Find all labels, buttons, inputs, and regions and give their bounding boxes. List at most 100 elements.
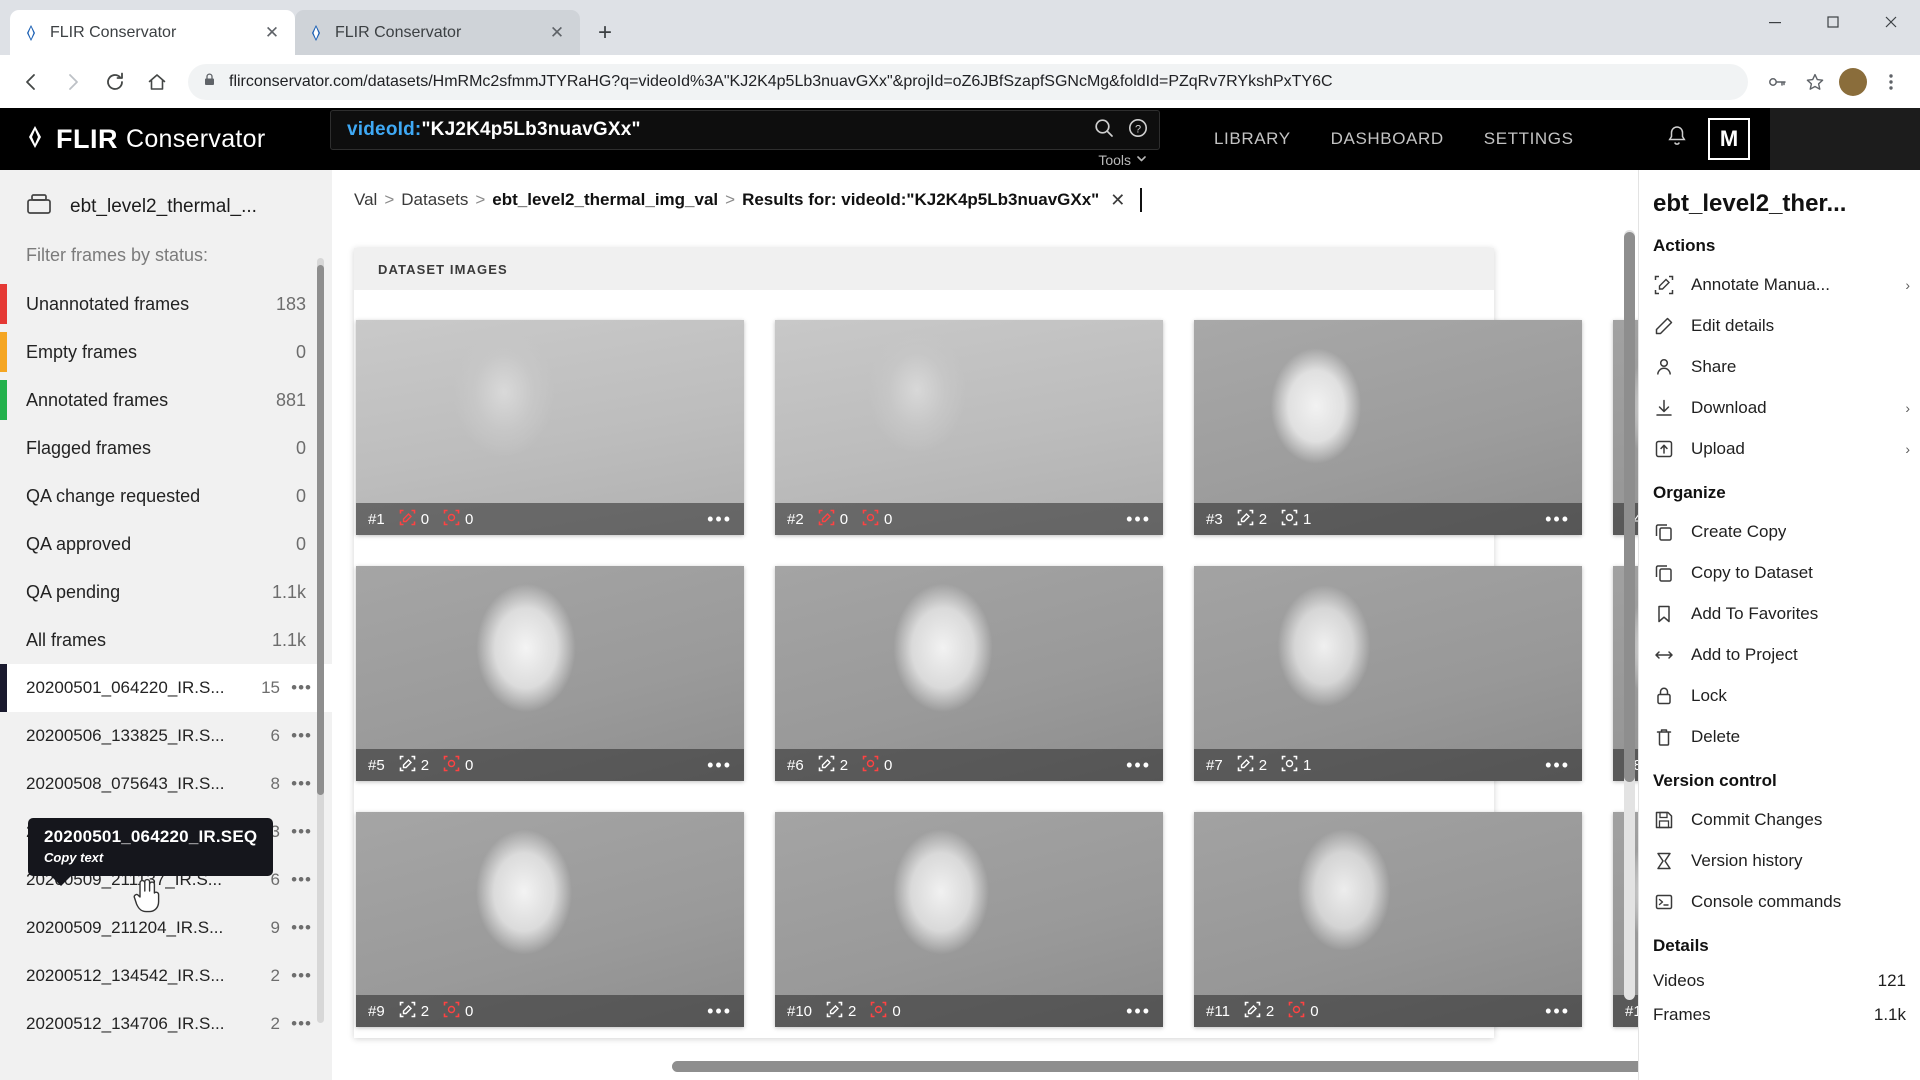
file-menu-icon[interactable]: ••• [284,822,312,842]
main-vertical-scrollbar-thumb[interactable] [1624,232,1635,782]
image-card[interactable]: #7 2 1 ••• [1194,566,1582,781]
file-tooltip: 20200501_064220_IR.SEQ Copy text [28,818,274,886]
image-card[interactable]: #10 2 0 ••• [775,812,1163,1027]
breadcrumb-item-val[interactable]: Val [354,190,377,210]
status-row-qa-approved[interactable]: QA approved 0 [0,520,332,568]
window-minimize-button[interactable] [1746,0,1804,44]
image-card[interactable]: #2 0 0 ••• [775,320,1163,535]
browser-tab-1[interactable]: FLIR Conservator ✕ [10,10,295,55]
card-menu-icon[interactable]: ••• [707,509,732,530]
profile-avatar[interactable] [1836,65,1870,99]
card-menu-icon[interactable]: ••• [707,1001,732,1022]
status-row-empty[interactable]: Empty frames 0 [0,328,332,376]
file-menu-icon[interactable]: ••• [284,870,312,890]
list-item[interactable]: 20200509_211204_IR.S... 9 ••• [0,904,332,952]
status-row-qa-change-requested[interactable]: QA change requested 0 [0,472,332,520]
browser-chrome: FLIR Conservator ✕ FLIR Conservator ✕ + [0,0,1920,108]
download-icon [1653,398,1675,418]
search-icon[interactable] [1093,117,1115,144]
action-version-history[interactable]: Version history [1639,840,1920,881]
nav-link-settings[interactable]: SETTINGS [1484,129,1574,149]
image-card[interactable]: #1 0 0 ••• [356,320,744,535]
status-row-flagged[interactable]: Flagged frames 0 [0,424,332,472]
tag-count: 0 [1310,1002,1319,1020]
notification-bell-icon[interactable] [1666,124,1688,154]
action-add-to-favorites[interactable]: Add To Favorites [1639,593,1920,634]
action-annotate-manually[interactable]: Annotate Manua... › [1639,264,1920,305]
file-menu-icon[interactable]: ••• [284,918,312,938]
file-menu-icon[interactable]: ••• [284,726,312,746]
status-row-all-frames[interactable]: All frames 1.1k [0,616,332,664]
action-lock[interactable]: Lock [1639,675,1920,716]
help-icon[interactable]: ? [1127,117,1149,144]
nav-link-dashboard[interactable]: DASHBOARD [1331,129,1444,149]
action-delete[interactable]: Delete [1639,716,1920,757]
action-download[interactable]: Download › [1639,387,1920,428]
card-menu-icon[interactable]: ••• [1545,1001,1570,1022]
action-console-commands[interactable]: Console commands [1639,881,1920,922]
card-menu-icon[interactable]: ••• [1545,755,1570,776]
browser-tab-1-close-icon[interactable]: ✕ [261,22,283,44]
status-row-qa-pending[interactable]: QA pending 1.1k [0,568,332,616]
action-add-to-project[interactable]: Add to Project [1639,634,1920,675]
main-horizontal-scrollbar-thumb[interactable] [672,1061,1638,1072]
bookmark-star-icon[interactable] [1798,65,1832,99]
window-close-button[interactable] [1862,0,1920,44]
card-menu-icon[interactable]: ••• [1126,755,1151,776]
action-upload[interactable]: Upload › [1639,428,1920,469]
action-copy-to-dataset[interactable]: Copy to Dataset [1639,552,1920,593]
list-item[interactable]: 20200512_134706_IR.S... 2 ••• [0,1000,332,1048]
sidebar-scrollbar-thumb[interactable] [317,265,324,795]
list-item[interactable]: 20200512_134542_IR.S... 2 ••• [0,952,332,1000]
status-row-annotated[interactable]: Annotated frames 881 [0,376,332,424]
file-menu-icon[interactable]: ••• [284,1014,312,1034]
new-tab-button[interactable]: + [588,16,622,50]
global-search-wrapper: videoId:"KJ2K4p5Lb3nuavGXx" ? Tools [330,108,1160,170]
browser-tab-2-close-icon[interactable]: ✕ [546,22,568,44]
box-count-badge: 2 [399,1001,429,1022]
file-menu-icon[interactable]: ••• [284,966,312,986]
image-card[interactable]: #5 2 0 ••• [356,566,744,781]
action-edit-details[interactable]: Edit details [1639,305,1920,346]
password-key-icon[interactable] [1760,65,1794,99]
action-share[interactable]: Share [1639,346,1920,387]
action-commit-changes[interactable]: Commit Changes [1639,799,1920,840]
status-count: 0 [295,485,306,506]
list-item[interactable]: 20200506_133825_IR.S... 6 ••• [0,712,332,760]
card-menu-icon[interactable]: ••• [1126,509,1151,530]
image-card[interactable]: #6 2 0 ••• [775,566,1163,781]
home-button[interactable] [138,63,176,101]
nav-link-library[interactable]: LIBRARY [1214,129,1291,149]
file-menu-icon[interactable]: ••• [284,774,312,794]
reload-button[interactable] [96,63,134,101]
action-create-copy[interactable]: Create Copy [1639,511,1920,552]
status-row-unannotated[interactable]: Unannotated frames 183 [0,280,332,328]
image-card[interactable]: #11 2 0 ••• [1194,812,1582,1027]
back-button[interactable] [12,63,50,101]
box-edit-icon [1244,1001,1261,1022]
browser-menu-icon[interactable] [1874,65,1908,99]
breadcrumb-item-dataset[interactable]: ebt_level2_thermal_img_val [492,190,718,210]
card-menu-icon[interactable]: ••• [1126,1001,1151,1022]
address-bar[interactable]: flirconservator.com/datasets/HmRMc2sfmmJ… [188,63,1748,100]
box-edit-icon [399,509,416,530]
app-brand[interactable]: FLIR Conservator [0,124,330,155]
card-menu-icon[interactable]: ••• [707,755,732,776]
browser-tab-2[interactable]: FLIR Conservator ✕ [295,10,580,55]
global-search-input[interactable]: videoId:"KJ2K4p5Lb3nuavGXx" ? [330,110,1160,150]
box-count: 2 [839,756,849,774]
list-item[interactable]: 20200501_064220_IR.S... 15 ••• [0,664,332,712]
forward-button[interactable] [54,63,92,101]
file-menu-icon[interactable]: ••• [284,678,312,698]
breadcrumb-item-datasets[interactable]: Datasets [401,190,468,210]
breadcrumb-clear-search-icon[interactable]: ✕ [1110,190,1125,211]
sidebar-dataset-header[interactable]: ebt_level2_thermal_... [0,170,332,237]
list-item[interactable]: 20200508_075643_IR.S... 8 ••• [0,760,332,808]
window-maximize-button[interactable] [1804,0,1862,44]
box-edit-icon [1237,509,1254,530]
image-card[interactable]: #9 2 0 ••• [356,812,744,1027]
card-menu-icon[interactable]: ••• [1545,509,1570,530]
user-avatar[interactable]: M [1708,118,1750,160]
tools-dropdown[interactable]: Tools [1098,152,1148,168]
image-card[interactable]: #3 2 1 ••• [1194,320,1582,535]
